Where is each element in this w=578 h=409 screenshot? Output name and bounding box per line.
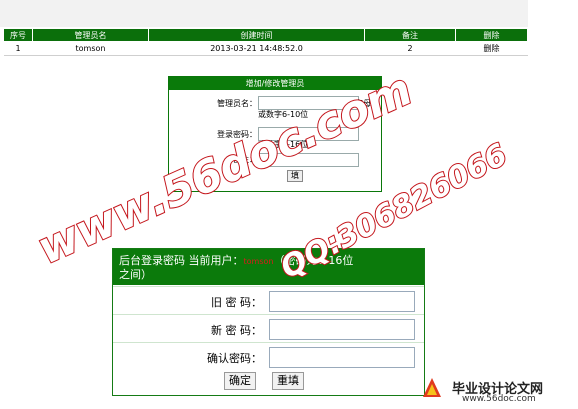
admin-table: 序号 管理员名 创建时间 备注 删除 1 tomson 2013-03-21 1… <box>3 28 528 56</box>
password-form: 后台登录密码 当前用户：tomson（密码为6-16位 之间） 旧 密 码： 新… <box>112 248 425 396</box>
logo-url: www.56doc.com <box>462 394 536 404</box>
old-password-row: 旧 密 码： <box>113 286 424 315</box>
cell-note: 2 <box>364 41 456 56</box>
admin-table-header: 序号 管理员名 创建时间 备注 删除 <box>3 28 528 42</box>
confirm-button[interactable]: 确定 <box>224 372 256 390</box>
password-form-header: 后台登录密码 当前用户：tomson（密码为6-16位 之间） <box>113 249 424 285</box>
col-header-delete: 删除 <box>455 28 528 42</box>
confirm-password-label: 确认密码： <box>207 352 262 365</box>
cell-created: 2013-03-21 14:48:52.0 <box>148 41 365 56</box>
admin-name-label: 管理员名： <box>217 99 257 108</box>
reset-button[interactable]: 重填 <box>272 372 304 390</box>
delete-link[interactable]: 删除 <box>455 41 528 56</box>
table-row: 1 tomson 2013-03-21 14:48:52.0 2 删除 <box>3 41 528 56</box>
site-logo: 毕业设计论文网 www.56doc.com <box>414 376 578 409</box>
confirm-password-input[interactable] <box>269 347 415 368</box>
password-form-title-line2: 之间） <box>119 268 152 281</box>
admin-submit-button[interactable]: 填 <box>287 170 303 182</box>
col-header-note: 备注 <box>364 28 456 42</box>
confirm-password-row: 确认密码： <box>113 342 424 371</box>
cell-no: 1 <box>3 41 33 56</box>
col-header-no: 序号 <box>3 28 33 42</box>
col-header-name: 管理员名 <box>32 28 149 42</box>
logo-mark-icon <box>423 378 441 397</box>
old-password-input[interactable] <box>269 291 415 312</box>
top-strip <box>0 0 528 27</box>
current-user: tomson <box>243 257 274 266</box>
col-header-created: 创建时间 <box>148 28 365 42</box>
new-password-row: 新 密 码： <box>113 314 424 343</box>
cell-name: tomson <box>32 41 149 56</box>
old-password-label: 旧 密 码： <box>211 296 262 309</box>
new-password-input[interactable] <box>269 319 415 340</box>
password-form-title: 后台登录密码 当前用户： <box>119 254 244 267</box>
new-password-label: 新 密 码： <box>211 324 262 337</box>
